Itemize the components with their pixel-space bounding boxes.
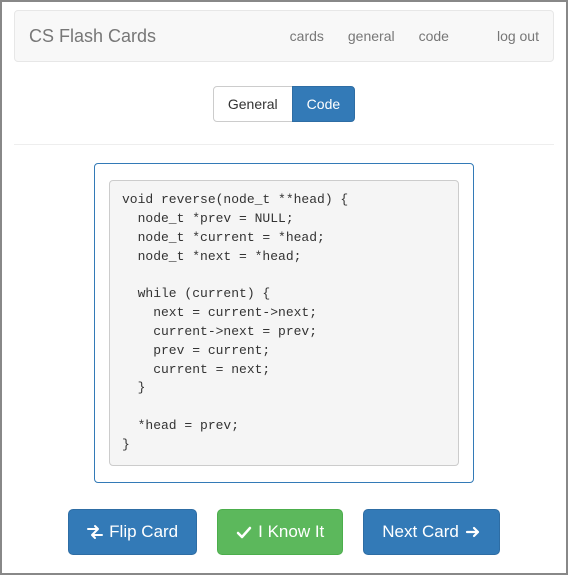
card-holder: void reverse(node_t **head) { node_t *pr… [14, 163, 554, 483]
navbar: CS Flash Cards cards general code log ou… [14, 10, 554, 62]
know-it-button[interactable]: I Know It [217, 509, 343, 555]
nav-link-general[interactable]: general [348, 28, 395, 44]
flip-card-button[interactable]: Flip Card [68, 509, 197, 555]
nav-links: cards general code log out [290, 28, 539, 44]
next-card-label: Next Card [382, 520, 459, 544]
toggle-code-label: Code [307, 94, 340, 114]
toggle-general-label: General [228, 94, 278, 114]
flash-card: void reverse(node_t **head) { node_t *pr… [94, 163, 474, 483]
check-icon [236, 524, 252, 540]
know-it-label: I Know It [258, 520, 324, 544]
card-code-content: void reverse(node_t **head) { node_t *pr… [109, 180, 459, 466]
toggle-general-button[interactable]: General [213, 86, 293, 122]
divider [14, 144, 554, 145]
app-frame: CS Flash Cards cards general code log ou… [0, 0, 568, 575]
nav-link-code[interactable]: code [419, 28, 449, 44]
toggle-group: General Code [213, 86, 355, 122]
next-card-button[interactable]: Next Card [363, 509, 500, 555]
flip-card-label: Flip Card [109, 520, 178, 544]
action-bar: Flip Card I Know It Next Card [14, 509, 554, 555]
toggle-code-button[interactable]: Code [292, 86, 355, 122]
nav-link-logout[interactable]: log out [497, 28, 539, 44]
swap-icon [87, 524, 103, 540]
brand-title[interactable]: CS Flash Cards [29, 26, 156, 46]
card-type-toggle: General Code [14, 86, 554, 122]
arrow-right-icon [465, 524, 481, 540]
nav-link-cards[interactable]: cards [290, 28, 324, 44]
